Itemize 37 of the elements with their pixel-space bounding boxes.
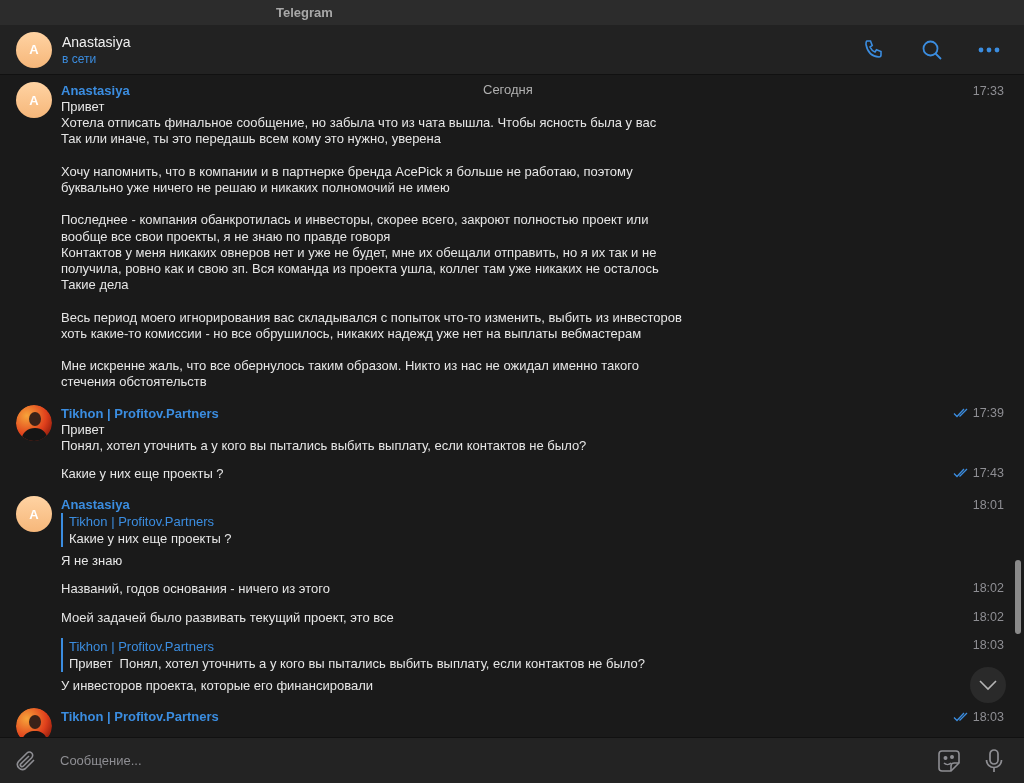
message-time: 18:02 [972,609,1004,624]
chevron-down-icon [978,679,998,691]
message-time: 18:02 [972,581,1004,596]
contact-name: Anastasiya [62,33,132,50]
more-icon[interactable] [978,46,1000,53]
sender-name[interactable]: Anastasiya [61,83,130,98]
window-title: Telegram [276,5,333,20]
reply-sender: Tikhon | Profitov.Partners [69,637,215,655]
sender-name[interactable]: Tikhon | Profitov.Partners [61,709,219,725]
reply-sender: Tikhon | Profitov.Partners [69,513,215,531]
message-time: 18:03 [972,637,1004,652]
message-text: Названий, годов основания - ничего из этого [61,581,331,598]
message-text: Привет Хотела отписать финальное сообщение, но забыла что из чата вышла. Чтобы ясность была у вас Так или иначе, ты это передашь всем кому это нужно, уверена Хочу напомнить, что в компании и в партнерке бренда AcePick я больше не работаю, поэтому буквально уже ничего не решаю и никаких полномочий не имею Последнее - компания обанкротилась и инвесторы, скорее всего, закроют полностью проект или вообще все свои проекты, я не знаю по правде говоря Контактов у меня никаких овнеров нет и уже не будет, мне их обещали отправить, но я их так и не получила, ровно как и свою зп. Вся команда из проекта ушла, коллег там уже никаких не осталось Такие дела Весь период моего игнорирования вас складывался с попыток что-то изменить, выбить из инвесторов хоть какие-то комиссии - но все обрушилось, никаких надежд уже нет на выплаты вебмастерам Мне искренне жаль, что все обернулось таким образом. Никто из нас не ожидал именно такого стечения обстоятельств [61,99,683,391]
message-text: Привет Понял, хотел уточнить а у кого вы пытались выбить выплату, если контактов не было? [61,421,588,455]
message-time: 17:39 [972,406,1004,421]
sender-name[interactable]: Tikhon | Profitov.Partners [61,405,219,421]
sticker-icon[interactable] [936,747,962,774]
message-time: 18:03 [972,709,1004,724]
contact-avatar: A [16,31,52,68]
message-time: 17:43 [972,466,1004,481]
microphone-icon[interactable] [984,747,1004,774]
paperclip-icon[interactable] [14,748,38,773]
reply-text: Какие у них еще проекты ? [69,530,232,548]
message-time: 17:33 [972,83,1004,98]
sender-name[interactable]: Anastasiya [61,497,130,513]
message-time: 18:01 [972,497,1004,512]
contact-status: в сети [62,51,98,66]
reply-quote[interactable]: Tikhon | Profitov.Partners Привет Понял, хотел уточнить а у кого вы пытались выбить выплату, если контактов не было? [61,637,645,672]
message-text: Я не знаю [61,553,124,570]
reply-quote[interactable]: Tikhon | Profitov.Partners Какие у них еще проекты ? [61,513,232,548]
message-text: Моей задачей было развивать текущий проект, это все [61,609,395,626]
reply-text: Привет Понял, хотел уточнить а у кого вы пытались выбить выплату, если контактов не было? [69,654,645,672]
scrollbar-thumb[interactable] [1015,560,1021,634]
scroll-down-button[interactable] [970,667,1006,703]
date-label: Сегодня [483,82,533,97]
message-text: У инвесторов проекта, которые его финансировали [61,677,374,695]
message-text: Какие у них еще проекты ? [61,466,225,483]
